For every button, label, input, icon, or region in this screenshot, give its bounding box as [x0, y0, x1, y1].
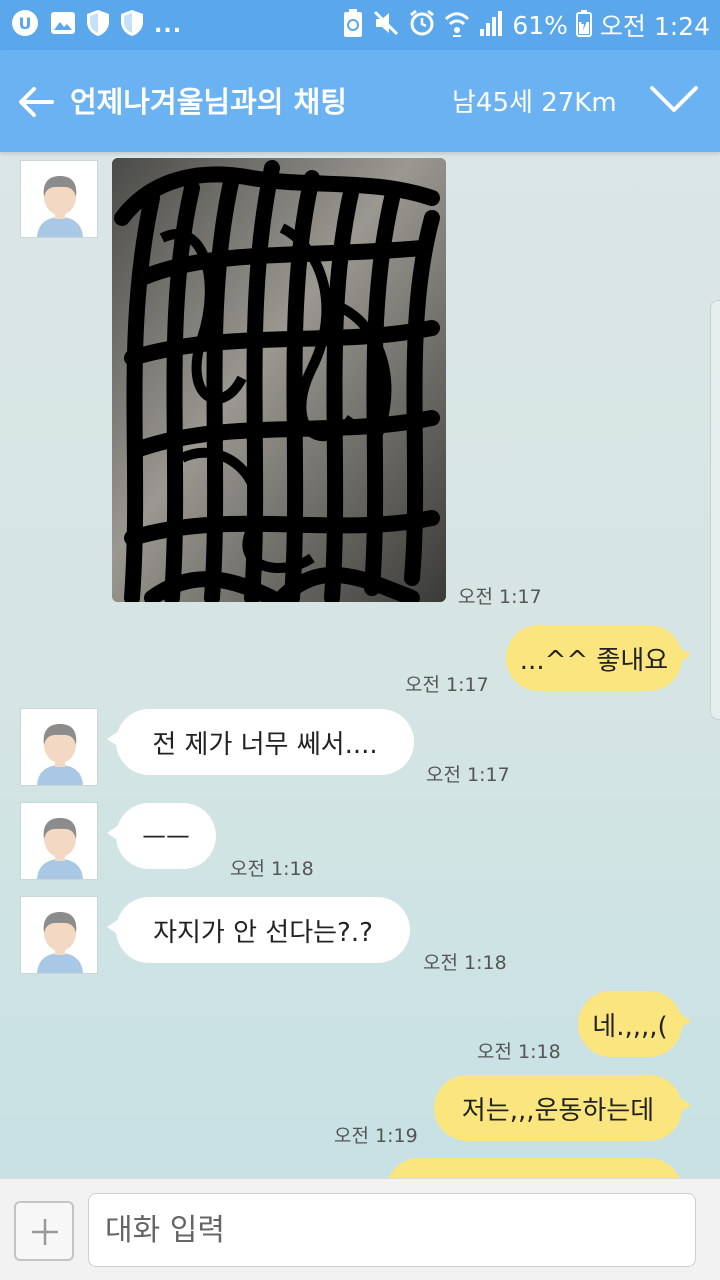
message-text: 전 제가 너무 쎄서....: [152, 729, 378, 760]
signal-icon: [478, 9, 504, 41]
avatar[interactable]: [20, 896, 98, 974]
avatar[interactable]: [20, 160, 98, 238]
notification-icons: U ...: [10, 9, 182, 41]
censored-photo-scribble: [112, 158, 446, 602]
message-bubble-in[interactable]: 전 제가 너무 쎄서....: [107, 709, 414, 775]
message-text: ...^^ 좋내요: [519, 645, 669, 676]
message-text: 자지가 안 선다는?.?: [153, 917, 373, 948]
chevron-down-icon: [650, 86, 698, 112]
svg-text:U: U: [19, 14, 32, 33]
wifi-icon: [444, 9, 470, 41]
message-time: 오전 1:19: [334, 1125, 418, 1147]
battery-percent: 61%: [512, 10, 568, 40]
recycle-battery-icon: [342, 8, 364, 42]
back-button[interactable]: [14, 80, 58, 124]
message-bubble-out[interactable]: 저는,,,운동하는데: [434, 1075, 691, 1141]
message-bubble-out-partial[interactable]: [386, 1158, 682, 1178]
avatar[interactable]: [20, 708, 98, 786]
status-bar: U ... 61% 오전 1:24: [0, 0, 720, 50]
message-text: 저는,,,운동하는데: [461, 1095, 655, 1126]
message-time: 오전 1:18: [230, 858, 314, 880]
plus-icon: [32, 1219, 58, 1245]
system-icons: 61% 오전 1:24: [342, 6, 710, 44]
more-notifications: ...: [154, 12, 183, 38]
default-avatar-icon: [21, 803, 97, 879]
back-arrow-icon: [19, 87, 54, 117]
avatar[interactable]: [20, 802, 98, 880]
message-bubble-in[interactable]: ㅡㅡ: [107, 803, 216, 869]
default-avatar-icon: [21, 709, 97, 785]
expand-button[interactable]: [646, 78, 702, 122]
default-avatar-icon: [21, 897, 97, 973]
message-text: ㅡㅡ: [142, 823, 190, 854]
message-time: 오전 1:17: [426, 764, 510, 786]
alarm-icon: [408, 9, 436, 41]
message-input[interactable]: [88, 1193, 696, 1267]
message-time: 오전 1:18: [423, 952, 507, 974]
attach-button[interactable]: [14, 1201, 74, 1261]
chat-header: 언제나겨울님과의 채팅 남45세 27Km: [0, 50, 720, 152]
mute-icon: [372, 9, 400, 41]
message-composer: [0, 1178, 720, 1280]
shared-photo[interactable]: [112, 158, 446, 602]
partner-info: 남45세 27Km: [452, 88, 617, 118]
message-time: 오전 1:18: [477, 1041, 561, 1063]
u-plus-icon: U: [10, 8, 40, 42]
message-bubble-out[interactable]: 네.,,,,(: [578, 991, 691, 1057]
image-icon: [50, 11, 76, 39]
scrollbar-handle[interactable]: [710, 300, 720, 720]
shield-icon: [120, 9, 144, 41]
clock: 오전 1:24: [599, 12, 710, 41]
shield-icon: [86, 9, 110, 41]
chat-messages[interactable]: 오전 1:17 ...^^ 좋내요 오전 1:17 전 제가 너무 쎄서....…: [0, 152, 720, 1178]
chat-title: 언제나겨울님과의 채팅: [70, 85, 347, 119]
message-text: 네.,,,,(: [592, 1011, 668, 1042]
message-time: 오전 1:17: [405, 674, 489, 696]
message-time: 오전 1:17: [458, 586, 542, 608]
message-bubble-in[interactable]: 자지가 안 선다는?.?: [107, 897, 410, 963]
battery-icon: [575, 9, 592, 41]
message-bubble-out[interactable]: ...^^ 좋내요: [506, 625, 691, 691]
default-avatar-icon: [21, 161, 97, 237]
